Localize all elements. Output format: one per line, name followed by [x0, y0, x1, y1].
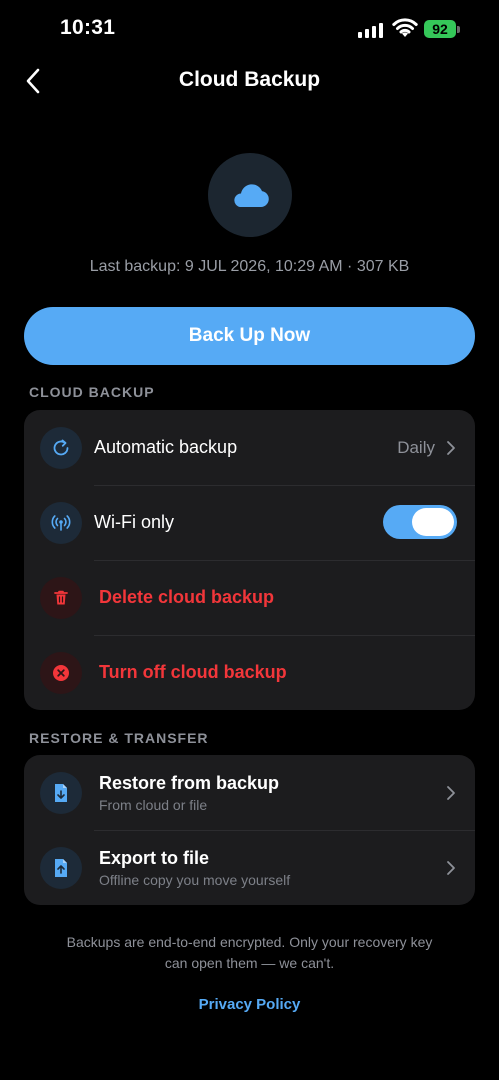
chevron-right-icon [447, 786, 455, 800]
x-circle-icon [40, 652, 82, 694]
restore-transfer-card: Restore from backup From cloud or file E… [24, 755, 475, 905]
automatic-backup-value: Daily [397, 438, 435, 457]
wifi-only-toggle[interactable] [383, 505, 457, 539]
cloud-icon [234, 184, 269, 207]
turn-off-cloud-backup-label: Turn off cloud backup [99, 662, 287, 682]
restore-from-backup-subtitle: From cloud or file [99, 797, 208, 813]
delete-cloud-backup-row[interactable]: Delete cloud backup [24, 560, 475, 635]
encryption-note-line-2: can open them — we can't. [164, 955, 335, 971]
export-to-file-label: Export to file [99, 848, 210, 868]
trash-icon [40, 577, 82, 619]
battery-level: 92 [432, 21, 448, 37]
cellular-signal-icon [358, 22, 383, 38]
encryption-note-line-1: Backups are end-to-end encrypted. Only y… [66, 934, 433, 950]
page-title: Cloud Backup [178, 68, 321, 91]
automatic-backup-row[interactable]: Automatic backup Daily [24, 410, 475, 485]
battery-icon: 92 [424, 20, 456, 38]
cloud-backup-card: Automatic backup Daily Wi-Fi only Delete… [24, 410, 475, 710]
delete-cloud-backup-label: Delete cloud backup [99, 587, 275, 607]
battery-tip [457, 26, 460, 33]
wifi-icon [392, 18, 418, 37]
section-heading-cloud-backup: CLOUD BACKUP [29, 384, 155, 400]
wifi-only-row: Wi-Fi only [24, 485, 475, 560]
export-to-file-subtitle: Offline copy you move yourself [99, 872, 291, 888]
antenna-icon [40, 502, 82, 544]
refresh-icon [40, 427, 82, 469]
encryption-note: Backups are end-to-end encrypted. Only y… [0, 932, 499, 974]
section-heading-restore-transfer: RESTORE & TRANSFER [29, 730, 209, 746]
privacy-policy-link[interactable]: Privacy Policy [0, 996, 499, 1013]
back-up-now-button[interactable]: Back Up Now [24, 307, 475, 365]
last-backup-info: Last backup: 9 JUL 2026, 10:29 AM · 307 … [89, 258, 410, 275]
file-upload-icon [40, 847, 82, 889]
restore-from-backup-label: Restore from backup [99, 773, 280, 793]
wifi-only-label: Wi-Fi only [94, 512, 174, 532]
toggle-knob [412, 508, 454, 536]
export-to-file-row[interactable]: Export to file Offline copy you move you… [24, 830, 475, 905]
turn-off-cloud-backup-row[interactable]: Turn off cloud backup [24, 635, 475, 710]
cloud-badge [208, 153, 292, 237]
chevron-right-icon [447, 861, 455, 875]
status-time: 10:31 [60, 16, 116, 39]
file-download-icon [40, 772, 82, 814]
automatic-backup-label: Automatic backup [94, 437, 238, 457]
restore-from-backup-row[interactable]: Restore from backup From cloud or file [24, 755, 475, 830]
chevron-right-icon [447, 441, 455, 455]
